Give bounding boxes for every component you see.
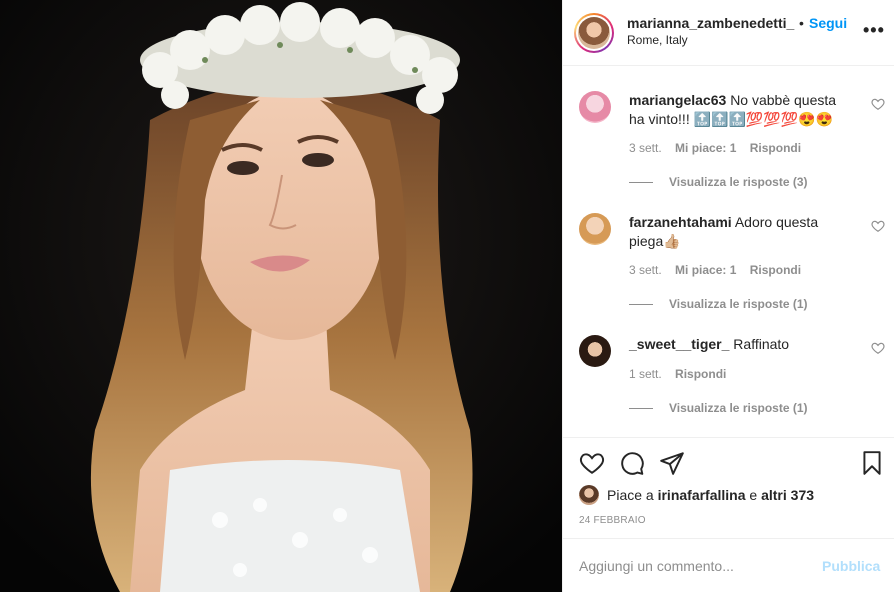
share-icon[interactable] — [659, 450, 685, 476]
comment-meta: 1 sett. Rispondi — [629, 367, 736, 381]
comment-username[interactable]: mariangelac63 — [629, 92, 726, 108]
post-date[interactable]: 24 FEBBRAIO — [579, 515, 646, 526]
likes-middle: e — [749, 487, 758, 503]
heart-icon[interactable] — [871, 219, 885, 233]
post-actions — [563, 437, 894, 487]
heart-icon[interactable] — [579, 450, 605, 476]
heart-icon[interactable] — [871, 97, 885, 111]
comment-likes[interactable]: Mi piace: 1 — [675, 141, 736, 155]
replies-divider — [629, 182, 653, 184]
more-options-icon[interactable]: ••• — [863, 20, 885, 41]
author-username[interactable]: marianna_zambenedetti_ — [627, 15, 794, 31]
likes-prefix: Piace a — [607, 487, 654, 503]
comment-text: mariangelac63 No vabbè questa ha vinto!!… — [629, 91, 855, 129]
comment-input[interactable] — [579, 555, 809, 577]
reply-button[interactable]: Rispondi — [750, 141, 801, 155]
comment-icon[interactable] — [619, 450, 645, 476]
liker-avatar[interactable] — [579, 485, 599, 505]
comment-time[interactable]: 1 sett. — [629, 367, 662, 381]
author-avatar[interactable] — [574, 13, 614, 53]
view-replies-label: Visualizza le risposte (3) — [669, 175, 808, 189]
comment-avatar[interactable] — [579, 213, 611, 245]
likes-others-link[interactable]: altri 373 — [761, 487, 814, 503]
comment-text: farzanehtahami Adoro questa piega👍🏼 — [629, 213, 855, 251]
comment-username[interactable]: _sweet__tiger_ — [629, 336, 729, 352]
comment-time[interactable]: 3 sett. — [629, 141, 662, 155]
replies-divider — [629, 304, 653, 306]
comment-avatar[interactable] — [579, 91, 611, 123]
view-replies-button[interactable]: Visualizza le risposte (1) — [629, 297, 808, 311]
save-bookmark-icon[interactable] — [859, 450, 885, 476]
view-replies-button[interactable]: Visualizza le risposte (1) — [629, 401, 808, 415]
post-photo[interactable] — [0, 0, 562, 592]
liker-username[interactable]: irinafarfallina — [658, 487, 746, 503]
comment-avatar[interactable] — [579, 335, 611, 367]
comment-body: Raffinato — [733, 336, 790, 352]
separator-dot: • — [799, 15, 804, 31]
post-location[interactable]: Rome, Italy — [627, 33, 688, 47]
add-comment-bar: Pubblica — [563, 538, 894, 592]
post-image — [0, 0, 562, 592]
heart-icon[interactable] — [871, 341, 885, 355]
reply-button[interactable]: Rispondi — [750, 263, 801, 277]
reply-button[interactable]: Rispondi — [675, 367, 726, 381]
comment-meta: 3 sett. Mi piace: 1 Rispondi — [629, 263, 811, 277]
post-panel: marianna_zambenedetti_ • Segui Rome, Ita… — [562, 0, 894, 592]
view-replies-label: Visualizza le risposte (1) — [669, 297, 808, 311]
post-header: marianna_zambenedetti_ • Segui Rome, Ita… — [563, 0, 894, 66]
comment-username[interactable]: farzanehtahami — [629, 214, 732, 230]
likes-text: Piace a irinafarfallina e altri 373 — [607, 487, 814, 503]
comment-text: _sweet__tiger_ Raffinato — [629, 335, 855, 354]
publish-button[interactable]: Pubblica — [822, 558, 880, 574]
comments-list[interactable]: mariangelac63 No vabbè questa ha vinto!!… — [563, 67, 894, 437]
follow-button[interactable]: Segui — [809, 15, 847, 31]
view-replies-button[interactable]: Visualizza le risposte (3) — [629, 175, 808, 189]
comment-likes[interactable]: Mi piace: 1 — [675, 263, 736, 277]
replies-divider — [629, 408, 653, 410]
avatar-image — [578, 17, 610, 49]
comment-meta: 3 sett. Mi piace: 1 Rispondi — [629, 141, 811, 155]
comment-time[interactable]: 3 sett. — [629, 263, 662, 277]
view-replies-label: Visualizza le risposte (1) — [669, 401, 808, 415]
